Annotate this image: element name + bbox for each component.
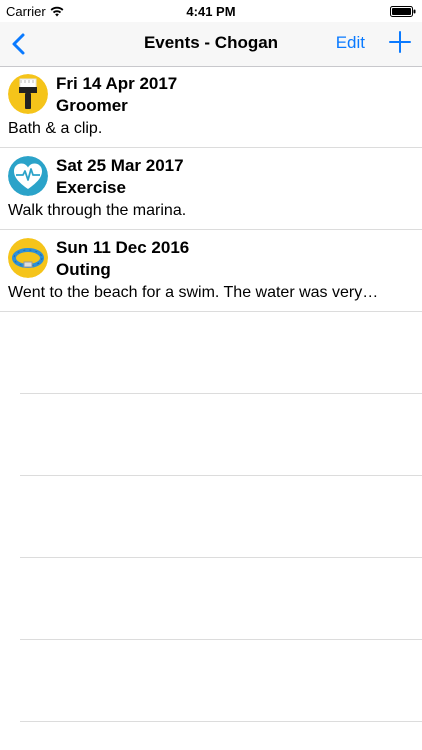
empty-row-separator xyxy=(20,558,422,640)
add-icon[interactable] xyxy=(389,31,411,53)
event-date: Sun 11 Dec 2016 xyxy=(56,238,190,257)
brush-icon xyxy=(8,74,48,114)
event-date: Fri 14 Apr 2017 xyxy=(56,74,178,93)
event-note: Walk through the marina. xyxy=(8,202,187,219)
empty-row-separator xyxy=(20,312,422,394)
heart-pulse-icon xyxy=(8,156,48,196)
battery-icon xyxy=(390,6,416,17)
event-note: Bath & a clip. xyxy=(8,120,103,137)
collar-icon xyxy=(8,238,48,278)
events-list: Fri 14 Apr 2017 Groomer Bath & a clip. S… xyxy=(0,66,422,722)
empty-row-separator xyxy=(20,394,422,476)
edit-button[interactable]: Edit xyxy=(336,33,365,53)
empty-row-separator xyxy=(20,640,422,722)
status-bar: Carrier 4:41 PM xyxy=(0,0,422,22)
event-date: Sat 25 Mar 2017 xyxy=(56,156,184,175)
event-type: Exercise xyxy=(56,178,126,197)
event-row[interactable]: Sun 11 Dec 2016 Outing Went to the beach… xyxy=(0,230,422,312)
status-time: 4:41 PM xyxy=(186,4,236,19)
event-row[interactable]: Fri 14 Apr 2017 Groomer Bath & a clip. xyxy=(0,66,422,148)
event-type: Outing xyxy=(56,260,111,279)
event-type: Groomer xyxy=(56,96,128,115)
empty-row-separator xyxy=(20,476,422,558)
navigation-bar: Events - Chogan Edit xyxy=(0,22,422,67)
event-row[interactable]: Sat 25 Mar 2017 Exercise Walk through th… xyxy=(0,148,422,230)
event-note: Went to the beach for a swim. The water … xyxy=(8,284,379,301)
